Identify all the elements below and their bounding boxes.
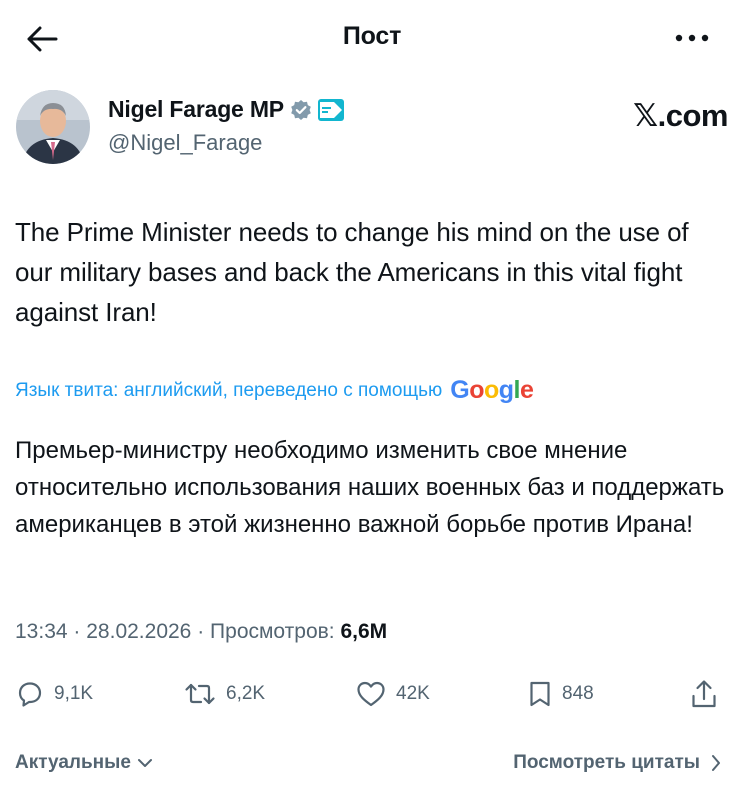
- share-icon: [692, 680, 716, 708]
- bookmark-button[interactable]: 848: [528, 672, 594, 716]
- more-button[interactable]: [670, 26, 714, 50]
- action-bar: 9,1K 6,2K 42K 848: [0, 672, 744, 716]
- chevron-right-icon: [712, 755, 720, 771]
- translation-note[interactable]: Язык твита: английский, переведено с пом…: [15, 376, 534, 405]
- translated-text: Премьер-министру необходимо изменить сво…: [15, 437, 725, 538]
- meta-separator: ·: [73, 620, 81, 643]
- tweet-meta: 13:34 · 28.02.2026 · Просмотров: 6,6M: [15, 620, 387, 644]
- reply-count: 9,1K: [54, 683, 94, 704]
- share-button[interactable]: [690, 672, 718, 716]
- more-dots-icon: [675, 34, 709, 42]
- like-button[interactable]: 42K: [356, 672, 430, 716]
- tweet-time: 13:34: [15, 620, 68, 643]
- reform-uk-badge[interactable]: [317, 98, 344, 121]
- avatar[interactable]: [16, 90, 90, 164]
- quotes-label: Посмотреть цитаты: [513, 752, 700, 773]
- chevron-down-icon: [137, 759, 152, 767]
- reply-icon: [18, 682, 42, 707]
- tweet-date: 28.02.2026: [86, 620, 192, 643]
- author-name-row: Nigel Farage MP: [108, 96, 344, 123]
- author-row: Nigel Farage MP @Nigel_Farage 𝕏.com: [12, 86, 732, 170]
- tweet-text: The Prime Minister needs to change his m…: [15, 217, 689, 327]
- verified-badge-icon[interactable]: [290, 99, 312, 121]
- repost-count: 6,2K: [226, 683, 266, 704]
- author-name[interactable]: Nigel Farage MP: [108, 96, 284, 123]
- meta-separator: ·: [197, 620, 205, 643]
- author-handle[interactable]: @Nigel_Farage: [108, 130, 262, 156]
- sort-label: Актуальные: [15, 752, 131, 773]
- page-title: Пост: [342, 22, 402, 50]
- repost-icon: [185, 683, 215, 705]
- google-logo: Google: [450, 376, 534, 404]
- repost-button[interactable]: 6,2K: [184, 672, 265, 716]
- bottom-row: Актуальные Посмотреть цитаты: [0, 744, 744, 784]
- views-count[interactable]: 6,6M: [340, 620, 387, 643]
- sort-replies-button[interactable]: Актуальные: [15, 752, 153, 774]
- translation-note-label: Язык твита: английский, переведено с пом…: [15, 379, 443, 401]
- view-quotes-link[interactable]: Посмотреть цитаты: [513, 752, 722, 774]
- views-label: Просмотров:: [210, 620, 335, 643]
- bookmark-icon: [530, 681, 550, 707]
- top-bar: Пост: [0, 0, 744, 80]
- bookmark-count: 848: [562, 683, 594, 704]
- heart-icon: [357, 681, 385, 707]
- x-com-watermark: 𝕏.com: [633, 98, 728, 133]
- reply-button[interactable]: 9,1K: [16, 672, 93, 716]
- like-count: 42K: [396, 683, 430, 704]
